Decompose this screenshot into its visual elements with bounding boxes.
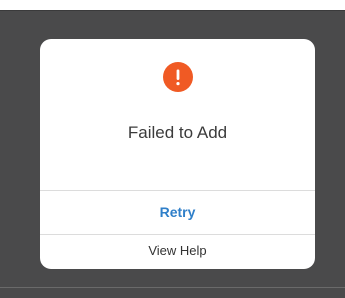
exclamation-alert-icon [163,62,193,92]
top-strip [0,0,345,10]
exclamation-glyph-icon [176,69,180,86]
view-help-button[interactable]: View Help [40,235,315,269]
retry-button[interactable]: Retry [40,191,315,234]
backdrop-bottom-line [0,287,345,288]
backdrop-top-edge [0,10,345,11]
alert-dialog: Failed to Add Retry View Help [40,39,315,269]
dialog-title: Failed to Add [127,123,228,142]
